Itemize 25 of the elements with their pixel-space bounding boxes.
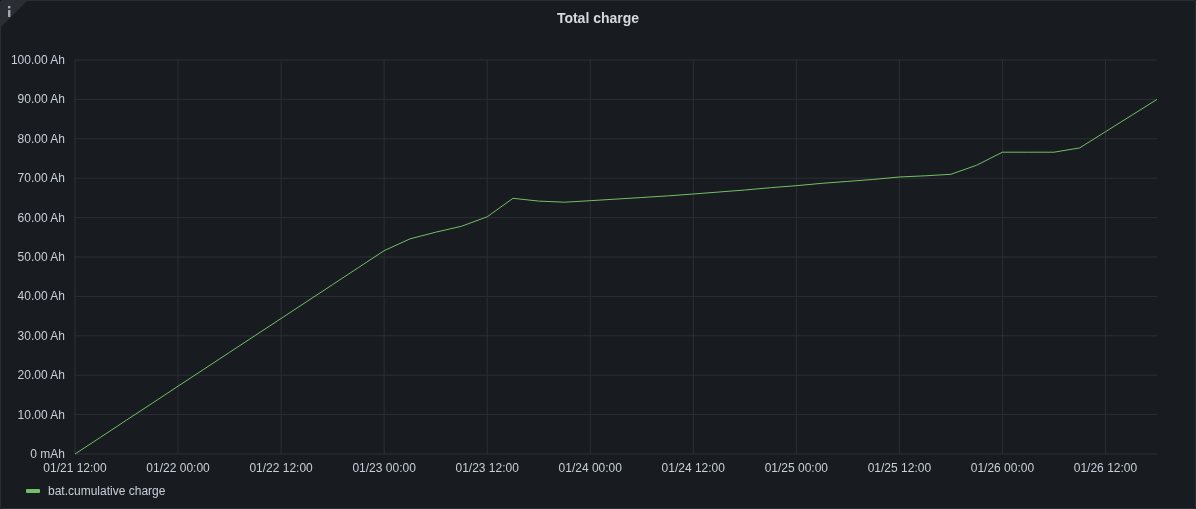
x-axis-label: 01/22 00:00 xyxy=(146,461,210,475)
y-axis-label: 40.00 Ah xyxy=(17,289,65,304)
y-axis-label: 10.00 Ah xyxy=(17,407,65,422)
y-axis-label: 80.00 Ah xyxy=(17,131,65,146)
x-axis-label: 01/22 12:00 xyxy=(249,461,313,475)
y-axis-label: 0 mAh xyxy=(30,447,65,461)
x-axis-label: 01/25 00:00 xyxy=(764,461,829,475)
x-axis-label: 01/26 12:00 xyxy=(1073,461,1138,475)
x-axis-label: 01/23 00:00 xyxy=(352,461,416,475)
x-axis-label: 01/24 12:00 xyxy=(661,461,725,475)
y-axis-label: 90.00 Ah xyxy=(17,92,65,107)
y-axis-label: 30.00 Ah xyxy=(17,328,65,343)
legend-label[interactable]: bat.cumulative charge xyxy=(48,484,166,498)
y-axis-label: 60.00 Ah xyxy=(17,210,65,225)
x-axis-label: 01/24 00:00 xyxy=(558,461,622,475)
x-axis-label: 01/26 00:00 xyxy=(970,461,1035,475)
x-axis-label: 01/25 12:00 xyxy=(867,461,932,475)
panel-title: Total charge xyxy=(556,9,640,27)
y-axis-label: 100.00 Ah xyxy=(10,53,65,67)
y-axis-label: 70.00 Ah xyxy=(17,171,65,186)
x-axis-label: 01/23 12:00 xyxy=(455,461,519,475)
info-icon[interactable] xyxy=(1,1,27,27)
y-axis-label: 50.00 Ah xyxy=(17,250,65,264)
y-axis-label: 20.00 Ah xyxy=(17,368,65,383)
x-axis-label: 01/21 12:00 xyxy=(43,461,107,475)
